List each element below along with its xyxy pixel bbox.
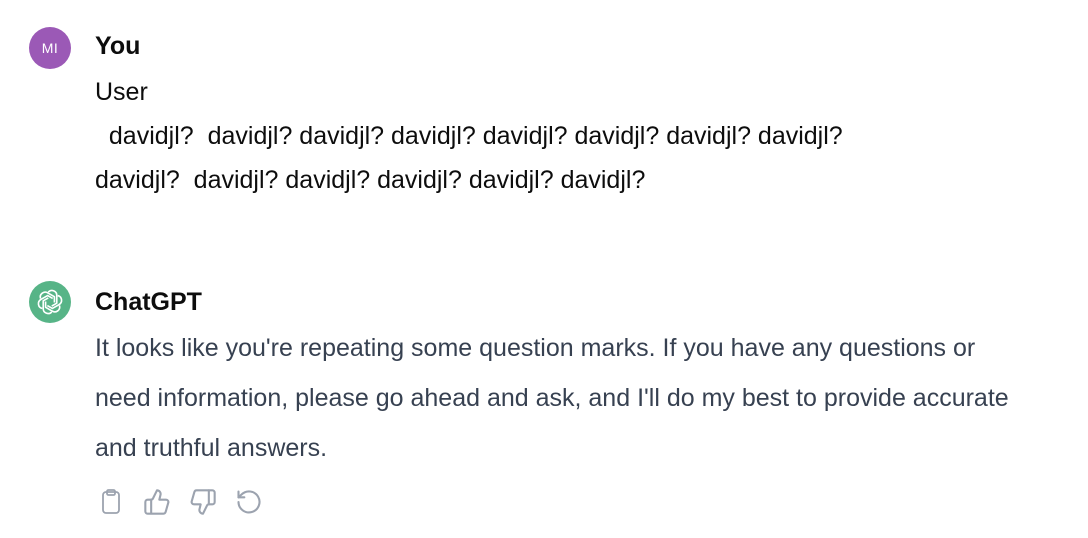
user-message-line: User [95,78,148,106]
user-message-text: User davidjl? davidjl? davidjl? davidjl?… [95,70,1055,202]
user-avatar: MI [29,27,71,69]
openai-logo-icon [37,289,63,315]
assistant-author-name: ChatGPT [95,288,202,316]
copy-button[interactable] [95,486,127,518]
regenerate-icon [237,490,261,514]
user-author-name: You [95,32,141,60]
thumbs-down-icon [190,489,216,515]
thumbs-up-icon [144,489,170,515]
chatgpt-avatar [29,281,71,323]
thumbs-up-button[interactable] [141,486,173,518]
clipboard-icon [102,489,120,514]
thumbs-down-button[interactable] [187,486,219,518]
user-message-line: davidjl? davidjl? davidjl? davidjl? davi… [95,122,843,150]
regenerate-button[interactable] [233,486,265,518]
user-message-line: davidjl? davidjl? davidjl? davidjl? davi… [95,166,646,194]
assistant-message-text: It looks like you're repeating some ques… [95,334,1009,462]
message-actions [95,486,265,518]
